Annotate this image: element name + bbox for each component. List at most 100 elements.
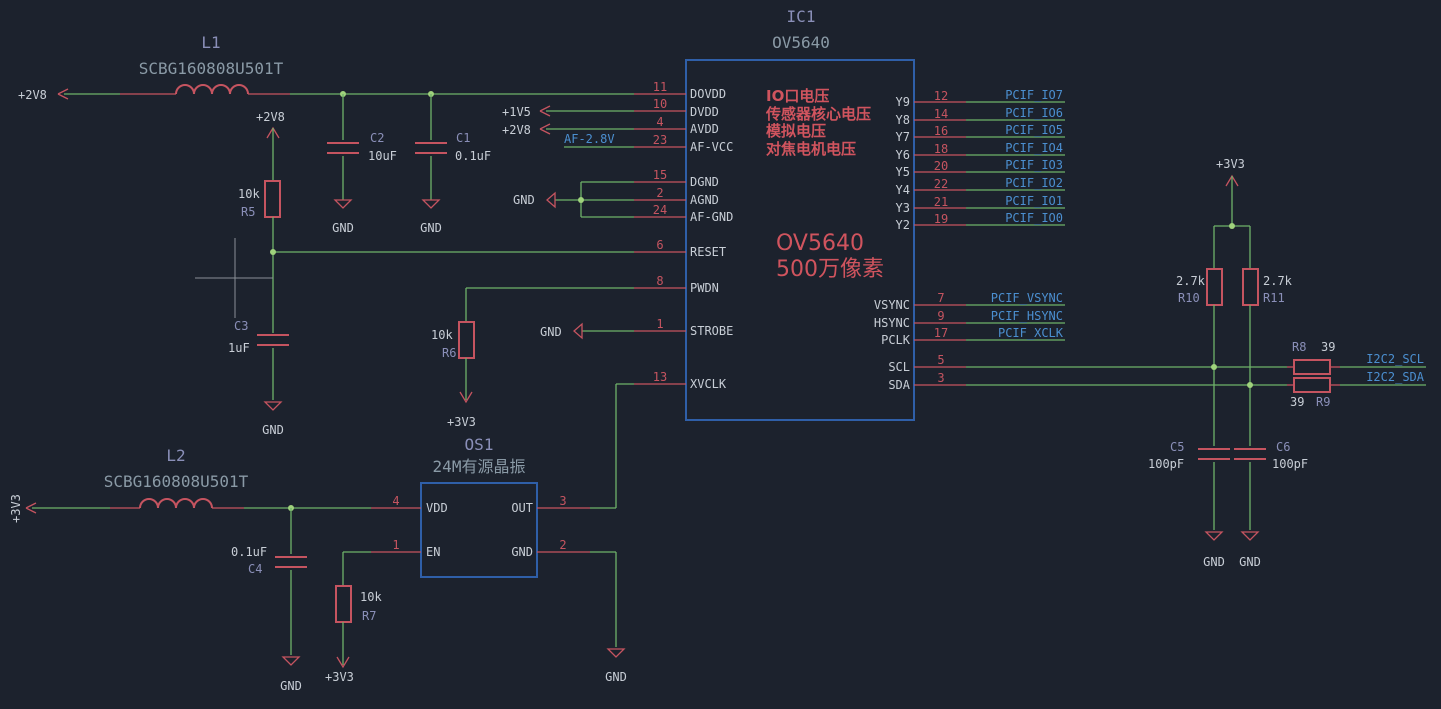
gnd-label: GND — [262, 423, 284, 437]
ic1-pin-num: 20 — [934, 159, 948, 173]
ic1-pin-name: DOVDD — [690, 87, 726, 101]
net-label[interactable]: PCIF_IO5 — [1005, 123, 1063, 137]
ic1-note-2: 传感器核心电压 — [765, 105, 871, 123]
r8-value: 39 — [1321, 340, 1335, 354]
power-label: +2V8 — [502, 123, 531, 137]
net-label[interactable]: PCIF_IO0 — [1005, 211, 1063, 225]
r9-body[interactable] — [1293, 377, 1331, 393]
os1-pin-num: 2 — [559, 538, 566, 552]
gnd-label: GND — [1203, 555, 1225, 569]
r10-body[interactable] — [1206, 268, 1223, 306]
gnd-label: GND — [513, 193, 535, 207]
r6-body[interactable] — [458, 321, 475, 359]
r11-ref: R11 — [1263, 291, 1285, 305]
power-label: +3V3 — [447, 415, 476, 429]
ic1-pin-num: 8 — [656, 274, 663, 288]
ic1-pin-name: PCLK — [881, 333, 911, 347]
os1-pin-name: VDD — [426, 501, 448, 515]
ic1-pin-num: 12 — [934, 89, 948, 103]
ic1-pin-name: SDA — [888, 378, 910, 392]
net-label[interactable]: PCIF_IO1 — [1005, 194, 1063, 208]
ic1-pin-num: 22 — [934, 177, 948, 191]
power-label: +3V3 — [9, 494, 23, 523]
ic1-pin-num: 23 — [653, 133, 667, 147]
ic1-pin-num: 1 — [656, 317, 663, 331]
power-label: +3V3 — [1216, 157, 1245, 171]
i2c-sda-label[interactable]: I2C2_SDA — [1366, 370, 1425, 384]
ic1-pin-name: Y6 — [896, 148, 910, 162]
gnd-label: GND — [605, 670, 627, 684]
power-label: +2V8 — [256, 110, 285, 124]
c2-value: 10uF — [368, 149, 397, 163]
ic1-pin-num: 15 — [653, 168, 667, 182]
net-label[interactable]: PCIF_HSYNC — [991, 309, 1063, 323]
os1-value: 24M有源晶振 — [433, 457, 526, 476]
power-label: +3V3 — [325, 670, 354, 684]
ic1-pin-num: 19 — [934, 212, 948, 226]
ic1-pin-name: SCL — [888, 360, 910, 374]
c4-ref: C4 — [248, 562, 262, 576]
net-label[interactable]: PCIF_IO6 — [1005, 106, 1063, 120]
schematic-canvas: IC1 OV5640 IO口电压 传感器核心电压 模拟电压 对焦电机电压 OV5… — [9, 7, 1426, 693]
r8-ref: R8 — [1292, 340, 1306, 354]
os1-pin-num: 3 — [559, 494, 566, 508]
ic1-pin-name: AF-GND — [690, 210, 733, 224]
c3-value: 1uF — [228, 341, 250, 355]
ic1-pin-name: Y7 — [896, 130, 910, 144]
r7-value: 10k — [360, 590, 382, 604]
os1-pin-num: 1 — [392, 538, 399, 552]
r11-value: 2.7k — [1263, 274, 1293, 288]
os1-oscillator[interactable]: OS1 24M有源晶振 4 VDD 1 EN 3 OUT 2 GND — [371, 435, 590, 578]
net-label[interactable]: PCIF_IO2 — [1005, 176, 1063, 190]
net-label[interactable]: PCIF_IO3 — [1005, 158, 1063, 172]
r10-ref: R10 — [1178, 291, 1200, 305]
os1-body — [420, 482, 538, 578]
l2-power-section: +3V3 L2 SCBG160808U501T 0.1uF C4 GND 10k… — [9, 446, 382, 693]
r7-ref: R7 — [362, 609, 376, 623]
net-label[interactable]: PCIF_IO4 — [1005, 141, 1063, 155]
gnd-label: GND — [420, 221, 442, 235]
r5-value: 10k — [238, 187, 260, 201]
r11-body[interactable] — [1242, 268, 1259, 306]
l1-ref: L1 — [201, 33, 220, 52]
ic1-pin-num: 24 — [653, 203, 667, 217]
r8-body[interactable] — [1293, 359, 1331, 375]
ic1-pin-name: AVDD — [690, 122, 719, 136]
gnd-label: GND — [280, 679, 302, 693]
c3-ref: C3 — [234, 319, 248, 333]
ic1-pin-name: DGND — [690, 175, 719, 189]
c1-ref: C1 — [456, 131, 470, 145]
net-label[interactable]: PCIF_VSYNC — [991, 291, 1063, 305]
net-label[interactable]: PCIF_XCLK — [998, 326, 1064, 340]
i2c-scl-label[interactable]: I2C2_SCL — [1366, 352, 1424, 366]
af-net-label[interactable]: AF-2.8V — [564, 132, 615, 146]
ic1-pin-num: 14 — [934, 107, 948, 121]
l1-coil[interactable] — [175, 84, 249, 95]
net-label[interactable]: PCIF_IO7 — [1005, 88, 1063, 102]
ic1-pin-num: 5 — [937, 353, 944, 367]
ic1-supply-labels: +1V5 +2V8 AF-2.8V GND GND — [502, 105, 634, 340]
reset-network: +2V8 10k R5 C3 1uF GND — [195, 110, 634, 437]
ic1-pin-name: Y3 — [896, 201, 910, 215]
os1-pin-name: OUT — [511, 501, 533, 515]
ic1-pin-num: 9 — [937, 309, 944, 323]
gnd-label: GND — [332, 221, 354, 235]
ic1-pin-num: 2 — [656, 186, 663, 200]
gnd-label: GND — [540, 325, 562, 339]
ic1-note-3: 模拟电压 — [766, 122, 826, 140]
pwdn-network: 10k R6 +3V3 — [431, 287, 634, 429]
r7-body[interactable] — [335, 585, 352, 623]
r10-value: 2.7k — [1176, 274, 1206, 288]
l1-power-section: +2V8 L1 SCBG160808U501T C2 10uF GND C1 0… — [18, 33, 634, 235]
c6-ref: C6 — [1276, 440, 1290, 454]
r5-body[interactable] — [264, 180, 281, 218]
c5-ref: C5 — [1170, 440, 1184, 454]
r6-ref: R6 — [442, 346, 456, 360]
ic1-big-title: OV5640 — [776, 231, 864, 256]
os1-ref: OS1 — [465, 435, 494, 454]
l2-coil[interactable] — [139, 498, 213, 509]
ic1-pin-num: 21 — [934, 195, 948, 209]
ic1-pin-name: Y8 — [896, 113, 910, 127]
power-label: +1V5 — [502, 105, 531, 119]
ic1-ov5640[interactable]: IC1 OV5640 IO口电压 传感器核心电压 模拟电压 对焦电机电压 OV5… — [634, 7, 966, 421]
